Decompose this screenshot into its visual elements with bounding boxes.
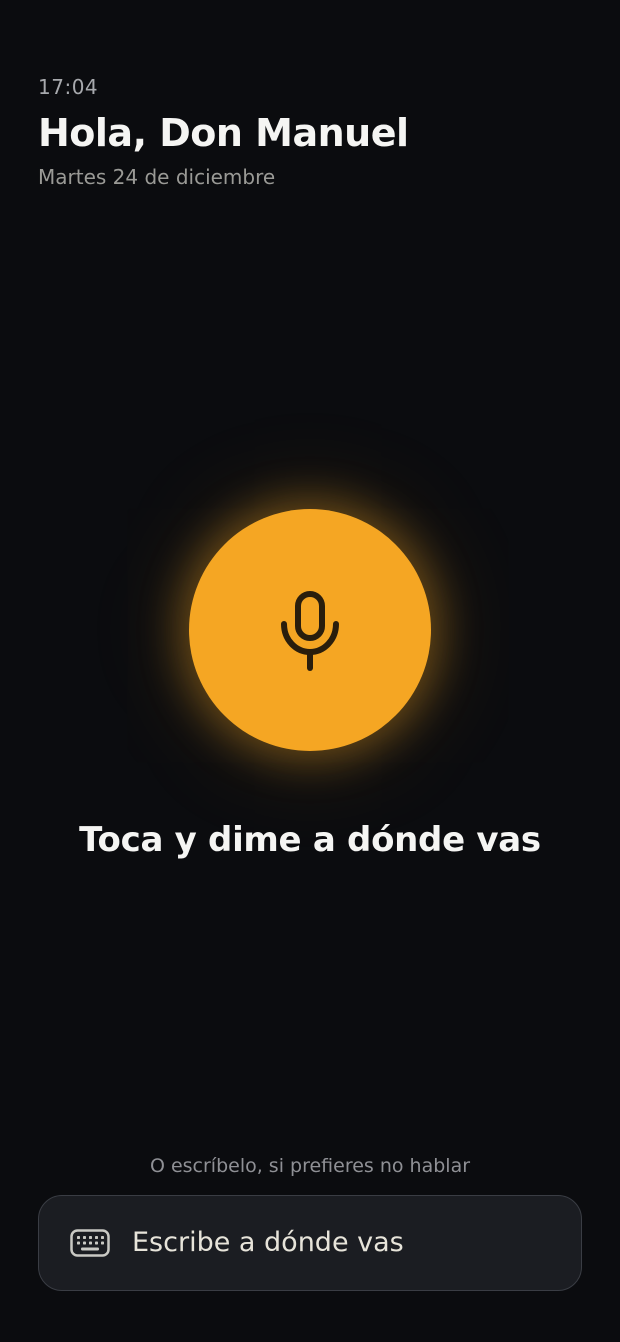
voice-input-button[interactable] (189, 509, 431, 751)
header: 17:04 Hola, Don Manuel Martes 24 de dici… (38, 74, 582, 190)
keyboard-icon (70, 1229, 110, 1257)
greeting-title: Hola, Don Manuel (38, 111, 409, 155)
clock-time: 17:04 (38, 75, 99, 99)
date-label: Martes 24 de diciembre (38, 165, 276, 189)
typing-hint: O escríbelo, si prefieres no hablar (149, 1155, 471, 1177)
voice-prompt-label: Toca y dime a dónde vas (79, 820, 541, 860)
destination-search-input[interactable]: Escribe a dónde vas (38, 1195, 582, 1291)
search-placeholder: Escribe a dónde vas (132, 1227, 404, 1258)
microphone-icon (281, 591, 339, 671)
